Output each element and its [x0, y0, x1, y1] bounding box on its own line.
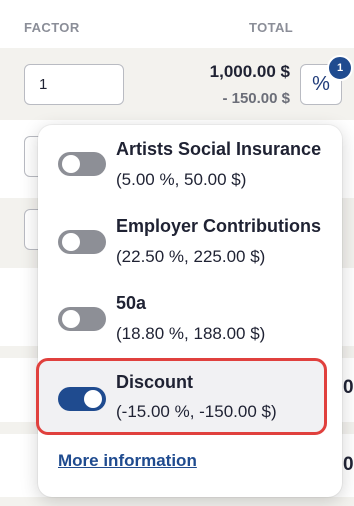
option-discount[interactable]: Discount (-15.00 %, -150.00 $): [36, 358, 327, 435]
toggle-knob: [62, 233, 80, 251]
table-row: [0, 497, 354, 506]
option-detail: (5.00 %, 50.00 $): [116, 170, 247, 189]
option-title: 50a: [116, 293, 147, 313]
factor-input[interactable]: 1: [24, 64, 124, 105]
option-artists-social-insurance[interactable]: Artists Social Insurance (5.00 %, 50.00 …: [38, 125, 342, 197]
toggle-knob: [84, 390, 102, 408]
surcharge-popover: Artists Social Insurance (5.00 %, 50.00 …: [36, 125, 342, 497]
toggle-knob: [62, 310, 80, 328]
toggle-switch[interactable]: [58, 230, 106, 254]
row-discount: - 150.00 $: [222, 90, 290, 107]
option-title: Discount: [116, 372, 194, 392]
more-information-link[interactable]: More information: [58, 451, 197, 471]
surcharge-count-badge: 1: [327, 55, 353, 81]
toggle-switch[interactable]: [58, 307, 106, 331]
toggle-knob: [62, 155, 80, 173]
row-total: 0: [343, 377, 354, 398]
factor-column-header: FACTOR: [24, 20, 80, 35]
option-50a[interactable]: 50a (18.80 %, 188.00 $): [38, 280, 342, 352]
option-title: Artists Social Insurance: [116, 139, 322, 159]
row-total: 1,000.00 $: [209, 62, 290, 81]
option-title: Employer Contributions: [116, 216, 322, 236]
option-detail: (-15.00 %, -150.00 $): [116, 402, 277, 421]
option-employer-contributions[interactable]: Employer Contributions (22.50 %, 225.00 …: [38, 203, 342, 275]
toggle-switch[interactable]: [58, 387, 106, 411]
row-total: 0: [343, 454, 354, 475]
total-column-header: TOTAL: [249, 20, 294, 35]
option-detail: (18.80 %, 188.00 $): [116, 324, 266, 343]
option-detail: (22.50 %, 225.00 $): [116, 247, 266, 266]
toggle-switch[interactable]: [58, 152, 106, 176]
